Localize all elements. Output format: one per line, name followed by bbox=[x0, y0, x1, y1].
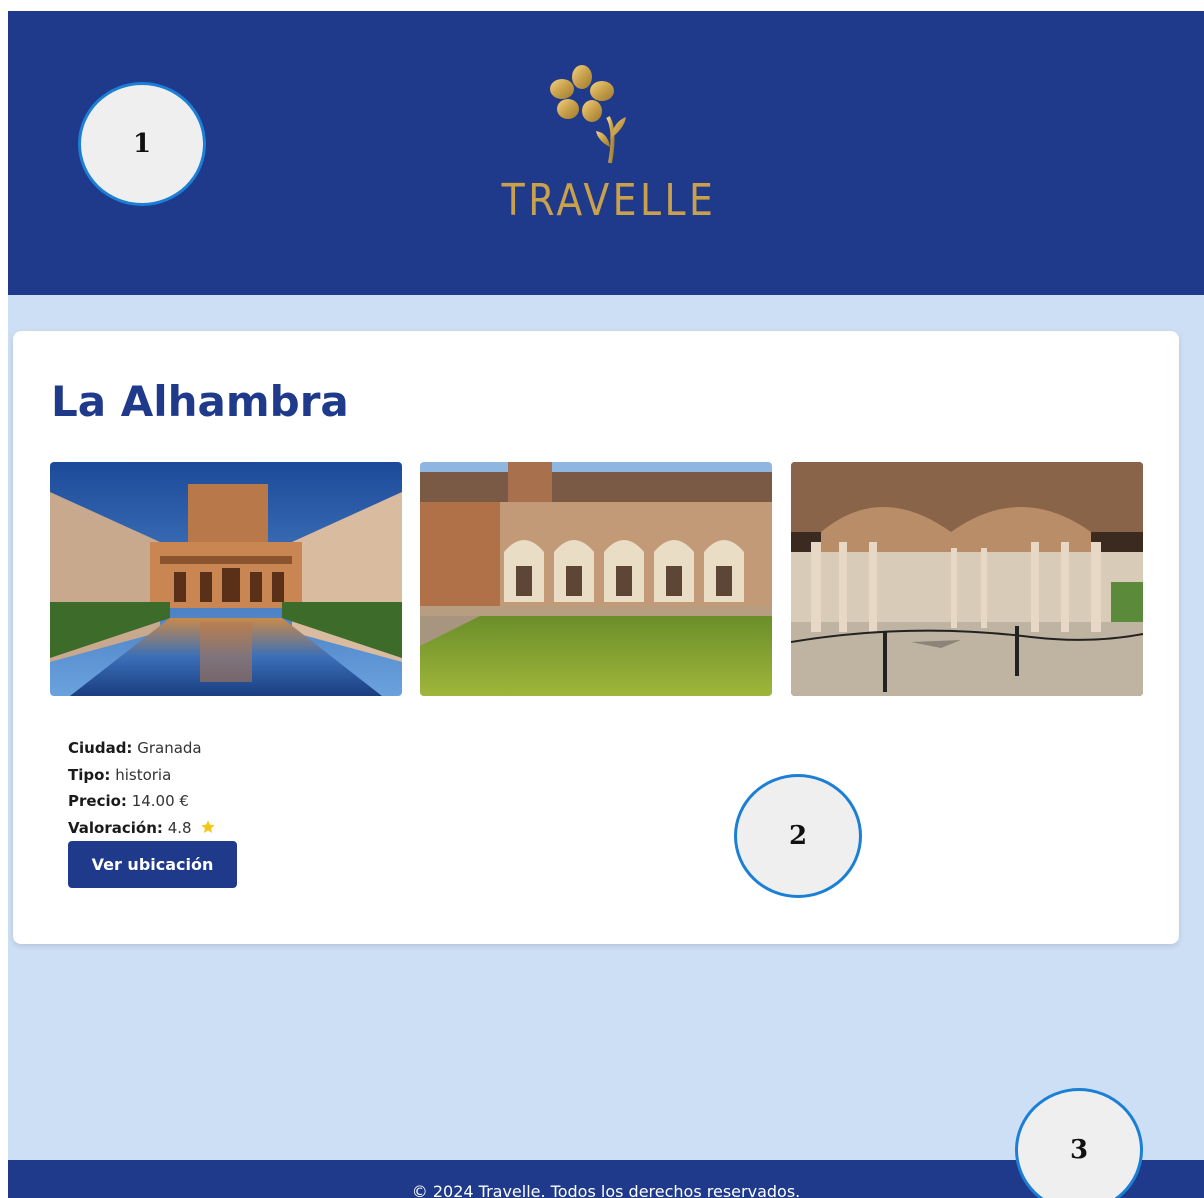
rating-row: Valoración: 4.8 bbox=[68, 815, 216, 842]
gallery-photo-3[interactable] bbox=[791, 462, 1143, 696]
logo-text: TRAVELLE bbox=[501, 175, 717, 226]
city-label: Ciudad: bbox=[68, 739, 133, 757]
photo-gallery bbox=[50, 462, 1143, 696]
gallery-photo-2[interactable] bbox=[420, 462, 772, 696]
type-label: Tipo: bbox=[68, 765, 111, 784]
city-value: Granada bbox=[137, 739, 202, 757]
type-value: historia bbox=[115, 765, 172, 784]
price-value: 14.00 € bbox=[131, 792, 189, 810]
gallery-photo-1[interactable] bbox=[50, 462, 402, 696]
footer-copyright: © 2024 Travelle. Todos los derechos rese… bbox=[411, 1182, 801, 1198]
rating-value: 4.8 bbox=[167, 818, 192, 837]
rating-label: Valoración: bbox=[68, 818, 163, 837]
travelle-logo[interactable]: TRAVELLE bbox=[486, 65, 717, 226]
annotation-marker-2: 2 bbox=[734, 774, 862, 898]
city-row: Ciudad: Granada bbox=[68, 735, 216, 762]
place-title: La Alhambra bbox=[51, 377, 349, 426]
flower-logo-icon bbox=[550, 65, 626, 164]
price-label: Precio: bbox=[68, 792, 127, 810]
place-card: La Alhambra Ciudad: Granada Tipo: histor… bbox=[13, 331, 1179, 944]
place-details: Ciudad: Granada Tipo: historia Precio: 1… bbox=[68, 735, 216, 841]
page: TRAVELLE 1 La Alhambra Ciudad: Granada T… bbox=[8, 11, 1204, 1198]
annotation-marker-1: 1 bbox=[78, 82, 206, 206]
price-row: Precio: 14.00 € bbox=[68, 788, 216, 815]
annotation-marker-3: 3 bbox=[1015, 1088, 1143, 1198]
type-row: Tipo: historia bbox=[68, 762, 216, 789]
view-location-button[interactable]: Ver ubicación bbox=[68, 841, 237, 888]
star-icon bbox=[201, 819, 215, 833]
